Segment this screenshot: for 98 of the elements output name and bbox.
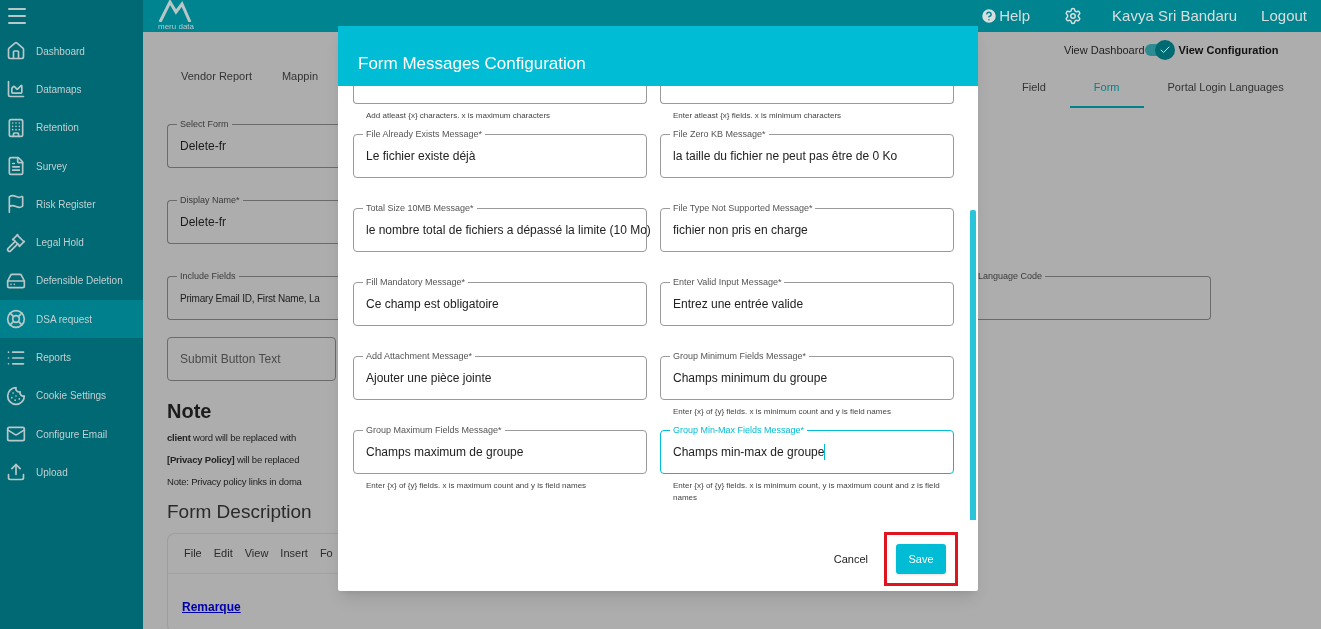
note-heading: Note bbox=[167, 399, 213, 424]
logout-link[interactable]: Logout bbox=[1261, 4, 1307, 28]
field-label: Select Form bbox=[177, 118, 232, 130]
sidebar-item[interactable]: Cookie Settings bbox=[0, 376, 143, 415]
field-value: Primary Email ID, First Name, La bbox=[180, 291, 320, 306]
sidebar-label: Retention bbox=[36, 121, 79, 136]
field-value: Delete-fr bbox=[180, 214, 226, 231]
house-icon bbox=[6, 41, 26, 62]
field-label: File Already Exists Message* bbox=[363, 128, 486, 140]
sidebar-label: Configure Email bbox=[36, 427, 108, 442]
sidebar-item[interactable]: Risk Register bbox=[0, 185, 143, 224]
sidebar-label: Datamaps bbox=[36, 82, 82, 97]
helper-text: Enter {x} of {y} fields. x is maximum count and y is field names bbox=[366, 480, 588, 492]
editor-menu-item[interactable]: Fo bbox=[319, 545, 333, 562]
envelope-icon bbox=[6, 424, 26, 445]
area-chart-icon bbox=[6, 79, 26, 100]
remarque-link[interactable]: Remarque bbox=[182, 600, 241, 614]
scrollbar-thumb[interactable] bbox=[970, 210, 976, 520]
field-label: Language Code bbox=[978, 270, 1046, 282]
gavel-icon bbox=[6, 232, 26, 253]
text-cursor bbox=[824, 444, 826, 460]
logo-text: meru data bbox=[158, 22, 195, 32]
field-placeholder: Submit Button Text bbox=[180, 351, 281, 368]
toggle-label: View Configuration bbox=[1178, 42, 1279, 58]
tab[interactable]: Mappin bbox=[281, 67, 318, 84]
user-name: Kavya Sri Bandaru bbox=[1112, 5, 1238, 26]
tab[interactable]: Vendor Report bbox=[181, 67, 252, 84]
helper-text: Enter atleast {x} fields. x is minimum characters bbox=[673, 110, 843, 122]
sidebar-item[interactable]: Dashboard bbox=[0, 32, 143, 71]
upload-icon bbox=[6, 462, 26, 483]
tab[interactable]: Portal Login Languages bbox=[1143, 68, 1308, 108]
help-link[interactable]: Help bbox=[980, 4, 1031, 28]
sidebar-item[interactable]: Configure Email bbox=[0, 414, 143, 454]
editor-menu-item[interactable]: Edit bbox=[213, 545, 233, 562]
sidebar-item[interactable]: Survey bbox=[0, 146, 143, 186]
field-label: Total Size 10MB Message* bbox=[363, 202, 477, 214]
field-label: File Type Not Supported Message* bbox=[670, 202, 816, 214]
sidebar-item[interactable]: DSA request bbox=[0, 300, 143, 339]
field-value: Champs min-max de groupe bbox=[673, 444, 825, 461]
field-value: Ajouter une pièce jointe bbox=[366, 370, 492, 387]
sidebar-label: Dashboard bbox=[36, 44, 85, 59]
helper-text: Enter {x} of {y} fields. x is minimum count, y is maximum count and z is field names bbox=[673, 480, 941, 504]
editor-menu-item[interactable]: File bbox=[184, 545, 202, 562]
cancel-button[interactable]: Cancel bbox=[833, 550, 868, 568]
sidebar-label: Reports bbox=[36, 351, 71, 365]
field-value: Champs minimum du groupe bbox=[673, 370, 828, 387]
editor-menu-item[interactable]: Insert bbox=[280, 545, 308, 562]
sidebar-label: Defensible Deletion bbox=[36, 274, 123, 289]
field-label: Fill Mandatory Message* bbox=[363, 276, 469, 288]
sidebar-label: Risk Register bbox=[36, 197, 96, 212]
help-icon bbox=[980, 7, 999, 25]
field-label: Group Maximum Fields Message* bbox=[363, 424, 505, 436]
sidebar-label: DSA request bbox=[36, 312, 93, 327]
dialog-title: Form Messages Configuration bbox=[358, 53, 586, 76]
field-value: fichier non pris en charge bbox=[673, 222, 808, 239]
message-field[interactable] bbox=[660, 86, 954, 104]
sidebar-label: Cookie Settings bbox=[36, 389, 107, 404]
sidebar-item[interactable]: Upload bbox=[0, 453, 143, 492]
field-value: Entrez une entrée valide bbox=[673, 296, 804, 313]
helper-text: Enter {x} of {y} fields. x is minimum count and y is field names bbox=[673, 406, 892, 418]
message-field[interactable] bbox=[353, 86, 647, 104]
field-label: Enter Valid Input Message* bbox=[670, 276, 785, 288]
submit-text-field[interactable]: Submit Button Text bbox=[167, 337, 336, 381]
note-line: Note: Privacy policy links in doma bbox=[167, 475, 303, 489]
field-value: Le fichier existe déjà bbox=[366, 148, 476, 165]
sidebar-item[interactable]: Legal Hold bbox=[0, 223, 143, 262]
field-label: Add Attachment Message* bbox=[363, 350, 476, 362]
sidebar-item[interactable]: Reports bbox=[0, 338, 143, 377]
document-icon bbox=[6, 156, 26, 177]
sidebar-label: Upload bbox=[36, 465, 68, 480]
field-value: Delete-fr bbox=[180, 138, 226, 155]
field-value: la taille du fichier ne peut pas être de 0 Ko bbox=[673, 148, 898, 165]
flag-icon bbox=[6, 194, 26, 215]
field-label: Group Minimum Fields Message* bbox=[670, 350, 810, 362]
check-icon bbox=[1158, 44, 1171, 56]
field-value: Champs maximum de groupe bbox=[366, 444, 524, 461]
field-label: File Zero KB Message* bbox=[670, 128, 769, 140]
building-icon bbox=[6, 117, 26, 138]
form-description-heading: Form Description bbox=[167, 500, 313, 524]
settings-icon[interactable] bbox=[1064, 7, 1083, 25]
field-label: Group Min-Max Fields Message* bbox=[670, 424, 808, 436]
field-label: Include Fields bbox=[177, 270, 239, 282]
field-label: Display Name* bbox=[177, 194, 243, 206]
field-value: Ce champ est obligatoire bbox=[366, 296, 499, 313]
sidebar-item[interactable]: Defensible Deletion bbox=[0, 261, 143, 301]
lifebuoy-icon bbox=[6, 309, 26, 330]
note-line: [Privacy Policy] will be replaced bbox=[167, 453, 301, 467]
cookie-icon bbox=[6, 385, 26, 406]
tab[interactable]: Field bbox=[998, 68, 1070, 108]
helper-text: Add atleast {x} characters. x is maximum characters bbox=[366, 110, 552, 122]
sidebar-item[interactable]: Datamaps bbox=[0, 70, 143, 109]
sidebar-item[interactable]: Retention bbox=[0, 108, 143, 147]
sidebar-label: Survey bbox=[36, 159, 68, 174]
toggle-label: View Dashboard bbox=[1064, 42, 1145, 58]
editor-menu-item[interactable]: View bbox=[244, 545, 269, 562]
note-line: client word will be replaced with bbox=[167, 431, 298, 445]
mountain-logo-icon bbox=[158, 0, 192, 22]
sidebar-label: Legal Hold bbox=[36, 236, 84, 251]
